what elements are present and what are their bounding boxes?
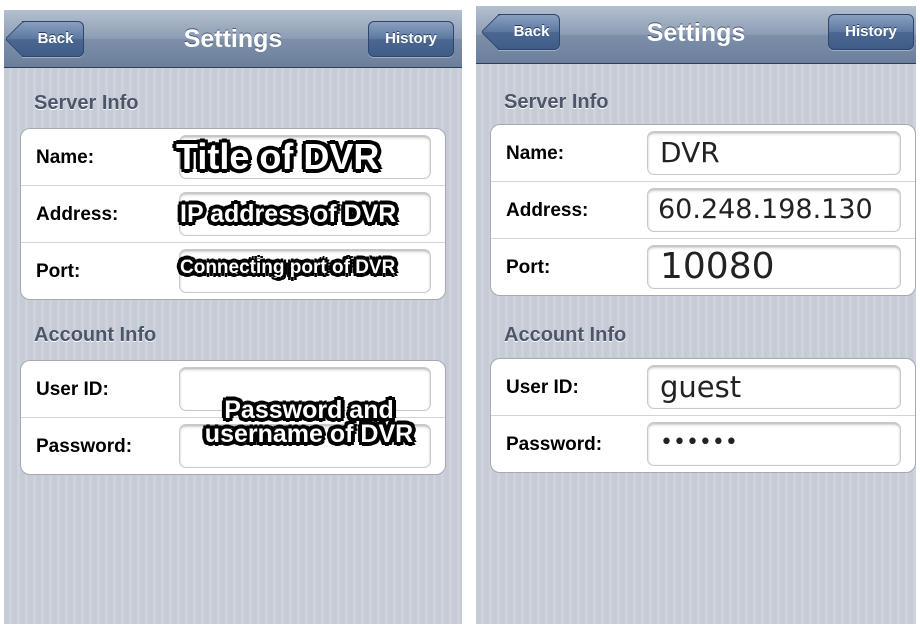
account-info-group: User ID: guest Password: •••••• [490, 358, 916, 473]
account-annotation: Password and username of DVR [178, 396, 440, 448]
address-annotation: IP address of DVR [180, 200, 397, 228]
port-label: Port: [36, 261, 81, 282]
account-annotation-line-2: username of DVR [204, 420, 414, 448]
address-field[interactable]: 60.248.198.130 [647, 188, 901, 232]
address-row: Address: 60.248.198.130 [491, 182, 915, 239]
user-id-label: User ID: [506, 377, 579, 398]
port-label: Port: [506, 257, 551, 278]
server-info-header: Server Info [34, 92, 139, 114]
user-id-field[interactable]: guest [647, 365, 901, 409]
port-annotation: Connecting port of DVR [180, 257, 396, 278]
account-annotation-line-1: Password and [224, 396, 394, 424]
history-button[interactable]: History [828, 14, 914, 50]
account-info-header: Account Info [504, 324, 627, 346]
name-annotation: Title of DVR [176, 136, 380, 177]
port-field[interactable]: 10080 [647, 245, 901, 289]
address-label: Address: [36, 204, 119, 225]
address-label: Address: [506, 200, 589, 221]
port-row: Port: 10080 [491, 239, 915, 295]
navigation-bar: Back Settings History [476, 6, 916, 64]
filled-settings-screen: Back Settings History Server Info Name: … [476, 6, 916, 624]
name-row: Name: DVR [491, 125, 915, 182]
account-info-header: Account Info [34, 324, 157, 346]
server-info-group: Name: DVR Address: 60.248.198.130 Port: … [490, 124, 916, 296]
name-label: Name: [506, 143, 565, 164]
user-id-label: User ID: [36, 379, 109, 400]
password-label: Password: [506, 434, 603, 455]
annotated-settings-screen: Back Settings History Server Info Name: … [4, 10, 462, 624]
server-info-header: Server Info [504, 91, 609, 113]
password-row: Password: •••••• [491, 416, 915, 472]
password-label: Password: [36, 436, 133, 457]
name-label: Name: [36, 147, 95, 168]
navigation-bar: Back Settings History [4, 10, 462, 68]
user-id-row: User ID: guest [491, 359, 915, 416]
history-button[interactable]: History [368, 21, 454, 57]
password-field[interactable]: •••••• [647, 422, 901, 466]
name-field[interactable]: DVR [647, 131, 901, 175]
